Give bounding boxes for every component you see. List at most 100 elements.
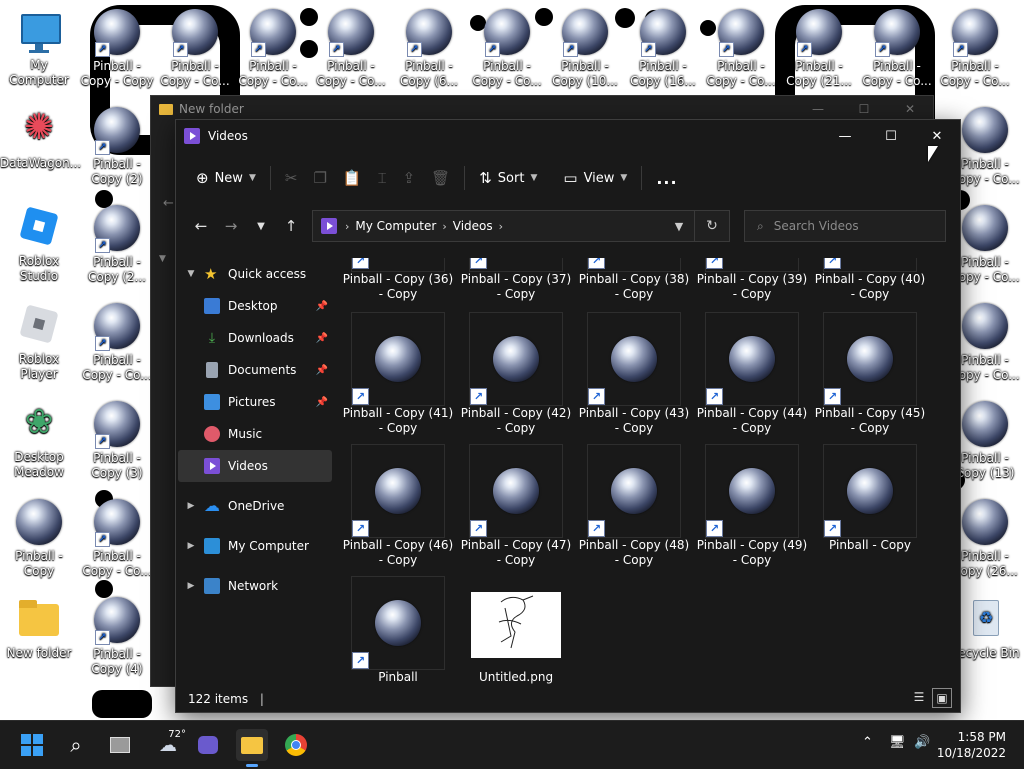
teams-chat-button[interactable] (192, 729, 224, 761)
maximize-button[interactable]: ☐ (868, 120, 914, 152)
desktop-icon-pinball[interactable]: ↗ Pinball - Copy (10... (546, 8, 624, 89)
delete-button[interactable]: 🗑 (423, 162, 458, 194)
nav-pictures[interactable]: Pictures 📌 (176, 386, 334, 418)
title-bar[interactable]: Videos — ☐ ✕ (176, 120, 960, 152)
file-item[interactable]: ↗ Pinball (342, 576, 454, 685)
clock[interactable]: 1:58 PM 10/18/2022 (937, 729, 1006, 761)
search-button[interactable]: ⌕ (60, 729, 92, 761)
desktop-icon-pinball[interactable]: ↗ Pinball - Copy - Co... (78, 498, 156, 579)
shortcut-arrow-icon: ↗ (588, 258, 605, 269)
desktop-icon-pinball[interactable]: ↗ Pinball - Copy (16... (624, 8, 702, 89)
desktop-icon-pinball[interactable]: ↗ Pinball - Copy (3) (78, 400, 156, 481)
nav-desktop[interactable]: Desktop 📌 (176, 290, 334, 322)
desktop-icon-new-folder[interactable]: New folder (0, 596, 78, 661)
paste-button[interactable]: 📋 (335, 162, 370, 194)
nav-network[interactable]: ▶ Network (176, 570, 334, 602)
desktop-icon-roblox-studio[interactable]: Roblox Studio (0, 204, 78, 284)
file-item[interactable]: ↗ Pinball - Copy (42) - Copy (460, 312, 572, 436)
desktop-icon-pinball-copy[interactable]: Pinball - Copy (0, 498, 78, 579)
nav-downloads[interactable]: ⤓ Downloads 📌 (176, 322, 334, 354)
file-item[interactable]: ↗ Pinball - Copy (37) - Copy (460, 258, 572, 302)
chevron-down-icon[interactable]: ▼ (159, 254, 166, 264)
desktop-icon-pinball[interactable]: ↗ Pinball - Copy - Co... (78, 302, 156, 383)
file-item[interactable]: Untitled.png (460, 576, 572, 685)
view-button[interactable]: ▭ View ▼ (555, 162, 635, 194)
desktop-icon-datawagon[interactable]: ✺ DataWagon... (0, 106, 81, 171)
breadcrumb-videos[interactable]: Videos (453, 219, 493, 233)
desktop-icon-pinball[interactable]: ↗ Pinball - Copy - Co... (234, 8, 312, 89)
network-tray-icon[interactable]: 🖥 (889, 735, 906, 750)
cut-button[interactable]: ✂ (277, 162, 306, 194)
desktop-icon-pinball[interactable]: ↗ Pinball - Copy (21... (780, 8, 858, 89)
file-item[interactable]: ↗ Pinball - Copy (39) - Copy (696, 258, 808, 302)
desktop-icon-desktop-meadow[interactable]: ❀ Desktop Meadow (0, 400, 78, 480)
chevron-down-icon[interactable]: ▼ (184, 269, 198, 279)
file-item[interactable]: ↗ Pinball - Copy (814, 444, 926, 553)
desktop-icon-pinball[interactable]: ↗ Pinball - Copy - Co... (468, 8, 546, 89)
desktop-icon-label: Pinball - Copy - Co... (472, 59, 542, 88)
show-hidden-icons[interactable]: ⌃ (862, 735, 873, 750)
file-item[interactable]: ↗ Pinball - Copy (45) - Copy (814, 312, 926, 436)
refresh-button[interactable]: ↻ (694, 211, 729, 241)
chevron-right-icon[interactable]: ▶ (184, 541, 198, 551)
share-button[interactable]: ⇪ (395, 162, 424, 194)
file-explorer-button[interactable] (236, 729, 268, 767)
pinball-icon: ↗ (93, 107, 141, 155)
address-bar[interactable]: › My Computer › Videos › ▼ ↻ (312, 210, 730, 242)
videos-explorer-window[interactable]: Videos — ☐ ✕ ⊕ New ▼ ✂ ❐ 📋 ⌶ ⇪ 🗑 ⇅ Sort … (175, 119, 961, 713)
file-list[interactable]: ↗ Pinball - Copy (36) - Copy ↗ Pinball -… (336, 258, 952, 686)
desktop-icon-pinball[interactable]: ↗ Pinball - Copy - Co... (156, 8, 234, 89)
address-dropdown-button[interactable]: ▼ (664, 220, 694, 233)
recent-locations-button[interactable]: ▼ (246, 211, 276, 241)
rename-button[interactable]: ⌶ (370, 162, 395, 194)
file-item[interactable]: ↗ Pinball - Copy (43) - Copy (578, 312, 690, 436)
back-arrow-icon[interactable]: ← (163, 196, 174, 211)
large-icons-view-icon[interactable]: ▣ (932, 688, 952, 708)
nav-music[interactable]: Music (176, 418, 334, 450)
nav-quick-access[interactable]: ▼ ★ Quick access (176, 258, 334, 290)
pinball-icon: ↗ (93, 205, 141, 253)
file-item[interactable]: ↗ Pinball - Copy (44) - Copy (696, 312, 808, 436)
task-view-button[interactable] (104, 729, 136, 761)
chrome-button[interactable] (280, 729, 312, 761)
new-button[interactable]: ⊕ New ▼ (188, 162, 264, 194)
chevron-right-icon[interactable]: ▶ (184, 501, 198, 511)
weather-widget[interactable]: ☁ 72° (148, 729, 188, 761)
desktop-icon-pinball[interactable]: ↗ Pinball - Copy - Copy (78, 8, 156, 89)
desktop-icon-pinball[interactable]: ↗ Pinball - Copy (6... (390, 8, 468, 89)
sort-button[interactable]: ⇅ Sort ▼ (471, 162, 545, 194)
forward-button[interactable]: → (216, 211, 246, 241)
desktop-icon-pinball[interactable]: ↗ Pinball - Copy (2... (78, 204, 156, 285)
nav-videos[interactable]: Videos (178, 450, 332, 482)
desktop-icon-pinball[interactable]: ↗ Pinball - Copy - Co... (858, 8, 936, 89)
file-item[interactable]: ↗ Pinball - Copy (36) - Copy (342, 258, 454, 302)
volume-icon[interactable]: 🔊 (914, 735, 930, 750)
desktop-icon-pinball[interactable]: ↗ Pinball - Copy (4) (78, 596, 156, 677)
desktop-icon-pinball[interactable]: ↗ Pinball - Copy (2) (78, 106, 156, 187)
desktop-icon-roblox-player[interactable]: Roblox Player (0, 302, 78, 382)
back-button[interactable]: ← (186, 211, 216, 241)
desktop-icon-my-computer[interactable]: My Computer (0, 8, 78, 88)
file-item[interactable]: ↗ Pinball - Copy (48) - Copy (578, 444, 690, 568)
nav-documents[interactable]: Documents 📌 (176, 354, 334, 386)
file-item[interactable]: ↗ Pinball - Copy (40) - Copy (814, 258, 926, 302)
file-item[interactable]: ↗ Pinball - Copy (47) - Copy (460, 444, 572, 568)
file-item[interactable]: ↗ Pinball - Copy (41) - Copy (342, 312, 454, 436)
nav-my-computer[interactable]: ▶ My Computer (176, 530, 334, 562)
start-button[interactable] (16, 729, 48, 761)
file-item[interactable]: ↗ Pinball - Copy (49) - Copy (696, 444, 808, 568)
chevron-right-icon[interactable]: ▶ (184, 581, 198, 591)
copy-button[interactable]: ❐ (305, 162, 334, 194)
breadcrumb-my-computer[interactable]: My Computer (355, 219, 436, 233)
nav-onedrive[interactable]: ▶ ☁ OneDrive (176, 490, 334, 522)
details-view-icon[interactable]: ☰ (910, 688, 928, 706)
file-item[interactable]: ↗ Pinball - Copy (38) - Copy (578, 258, 690, 302)
minimize-button[interactable]: — (822, 120, 868, 152)
desktop-icon-pinball[interactable]: ↗ Pinball - Copy - Co... (936, 8, 1014, 89)
desktop-icon-pinball[interactable]: ↗ Pinball - Copy - Co... (312, 8, 390, 89)
file-item[interactable]: ↗ Pinball - Copy (46) - Copy (342, 444, 454, 568)
more-options-button[interactable]: ... (648, 162, 685, 194)
up-button[interactable]: ↑ (276, 211, 306, 241)
desktop-icon-pinball[interactable]: ↗ Pinball - Copy - Co... (702, 8, 780, 89)
search-box[interactable]: ⌕ Search Videos (744, 210, 946, 242)
